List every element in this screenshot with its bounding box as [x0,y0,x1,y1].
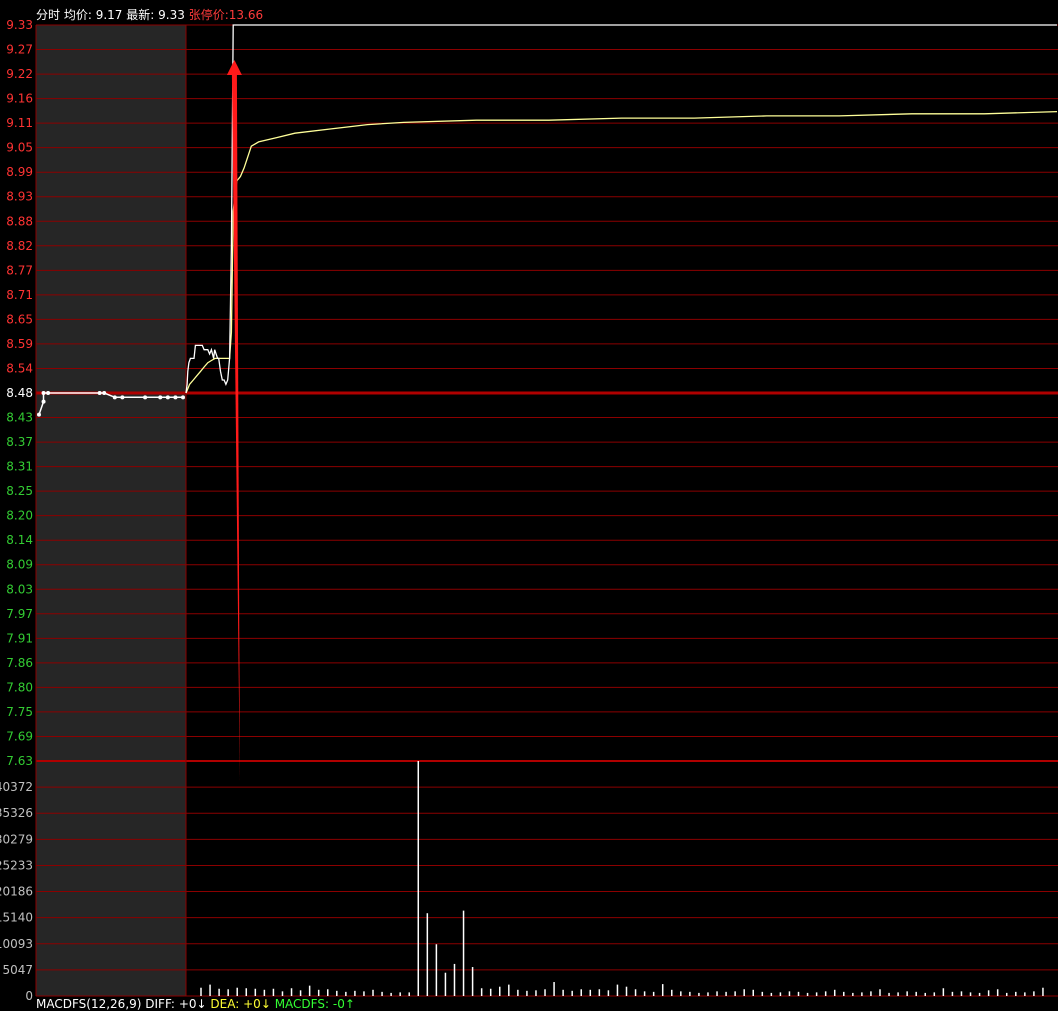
price-tick-label: 9.11 [6,116,33,130]
macdfs-label: MACDFS: [274,997,330,1011]
volume-tick-label: 20186 [0,885,33,899]
price-tick-label: 8.77 [6,263,33,277]
preopen-point [46,391,51,395]
rally-arrow-shaft [231,75,240,781]
preopen-shade [36,25,186,996]
price-tick-label: 8.93 [6,190,33,204]
preopen-point [120,395,125,400]
price-tick-label: 9.27 [6,43,33,57]
price-tick-label: 8.99 [6,165,33,179]
price-tick-label: 7.86 [6,656,33,670]
rally-arrow-head [226,60,242,75]
diff-value: +0 [178,997,197,1011]
volume-tick-label: 15140 [0,911,33,925]
limit-value: 13.66 [228,8,264,22]
volume-tick-label: 0 [25,989,33,1003]
price-tick-label: 7.75 [6,705,33,719]
preopen-point [181,395,185,400]
price-tick-label: 8.37 [6,435,33,449]
limit-label: 张停价: [188,8,229,22]
price-tick-label: 8.48 [6,386,33,400]
price-tick-label: 8.31 [6,460,33,474]
price-tick-label: 8.43 [6,411,33,425]
preopen-point [173,395,178,400]
price-tick-label: 8.14 [6,533,33,547]
volume-tick-label: 35326 [0,806,33,820]
preopen-point [37,412,41,417]
avg-value: 9.17 [95,8,123,22]
price-tick-label: 9.16 [6,92,33,106]
mode-label: 分时 [36,8,61,22]
macd-indicator-bar: MACDFS(12,26,9) DIFF: +0↓ DEA: +0↓ MACDF… [36,997,355,1011]
intraday-chart: 9.33 9.27 9.22 9.16 9.11 9.05 8.99 8.93 8.88 8.82… [0,18,1058,1003]
price-line [185,24,1057,394]
price-tick-label: 7.63 [6,754,33,768]
preopen-point [143,395,148,400]
price-tick-label: 8.59 [6,337,33,351]
latest-label: 最新: [126,8,155,22]
average-price-line [185,110,1058,394]
diff-separator: ↓ [196,997,207,1011]
price-tick-label: 8.03 [6,582,33,596]
price-tick-label: 8.54 [6,361,33,375]
price-tick-label: 7.69 [6,729,33,743]
diff-label: DIFF: [145,997,175,1011]
price-tick-label: 8.88 [6,214,33,228]
avg-label: 均价: [63,8,92,22]
latest-value: 9.33 [158,8,185,22]
dea-separator: ↓ [260,997,271,1011]
price-tick-label: 9.22 [6,67,33,81]
preopen-point [102,391,107,395]
price-tick-label: 8.25 [6,484,33,498]
chart-header: 分时 均价: 9.17 最新: 9.33 张停价:13.66 [36,6,263,23]
macdfs-arrow: ↑ [344,997,355,1011]
price-tick-label: 8.20 [6,509,33,523]
price-tick-label: 8.65 [6,312,33,326]
price-tick-label: 9.33 [6,18,33,32]
macdfs-value: -0 [332,997,345,1011]
volume-tick-label: 40372 [0,780,33,794]
dea-value: +0 [243,997,261,1011]
preopen-point [158,395,163,400]
price-tick-label: 7.97 [6,607,33,621]
volume-tick-label: 30279 [0,832,33,846]
price-tick-label: 8.71 [6,288,33,302]
preopen-point [41,391,46,395]
price-tick-label: 8.82 [6,239,33,253]
dea-label: DEA: [210,997,240,1011]
volume-tick-label: 25233 [0,858,33,872]
volume-tick-label: 5047 [2,963,33,977]
preopen-point [41,399,46,404]
preopen-point [112,395,117,400]
price-tick-label: 8.09 [6,558,33,572]
preopen-point [97,391,102,395]
price-tick-label: 7.80 [6,680,33,694]
preopen-point [165,395,170,400]
price-tick-label: 9.05 [6,141,33,155]
volume-tick-label: 10093 [0,937,33,951]
price-tick-label: 7.91 [6,631,33,645]
macd-label: MACDFS(12,26,9) [36,997,142,1011]
